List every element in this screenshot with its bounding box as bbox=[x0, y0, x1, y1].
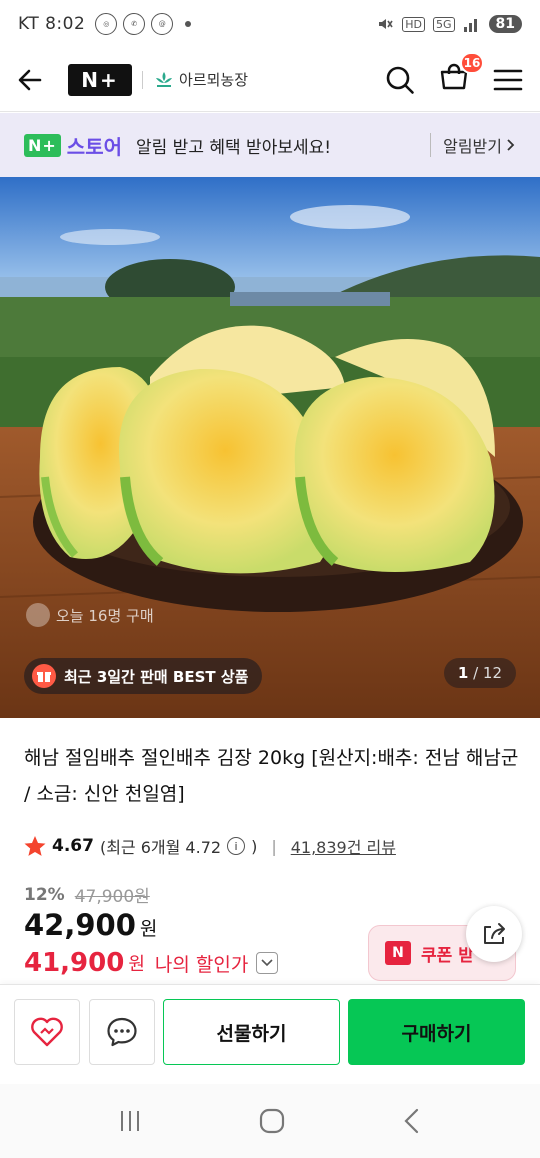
mute-icon bbox=[379, 19, 393, 29]
store-logo[interactable]: 아르뫼농장 bbox=[153, 69, 248, 90]
recent-apps-icon[interactable] bbox=[117, 1108, 143, 1134]
product-image-carousel[interactable]: 오늘 16명 구매 최근 3일간 판매 BEST 상품 1 / 12 bbox=[0, 177, 540, 718]
store-label: 스토어 bbox=[66, 134, 122, 159]
pager-total: / 12 bbox=[473, 664, 502, 682]
chevron-right-icon bbox=[507, 139, 515, 151]
rating-row: 4.67 (최근 6개월 4.72 i ) | 41,839건 리뷰 bbox=[24, 834, 396, 858]
gift-icon bbox=[32, 664, 56, 688]
product-image bbox=[0, 177, 540, 718]
cart-button[interactable]: 16 bbox=[438, 51, 484, 98]
call-icon: ✆ bbox=[123, 13, 146, 35]
bag-icon bbox=[26, 603, 50, 627]
sale-price: 42,900 원 bbox=[24, 908, 158, 942]
original-price: 47,900원 bbox=[74, 887, 150, 907]
naver-plus-badge: N+ bbox=[24, 133, 61, 157]
heart-icon bbox=[31, 1017, 63, 1047]
notification-app-icon: ◎ bbox=[95, 13, 118, 35]
arrow-left-icon bbox=[18, 69, 42, 90]
discount-row: 12% 47,900원 bbox=[24, 882, 150, 908]
product-title: 해남 절임배추 절인배추 김장 20kg [원산지:배추: 전남 해남군 / 소… bbox=[24, 747, 519, 805]
share-button[interactable] bbox=[466, 906, 522, 962]
chevron-down-icon[interactable] bbox=[256, 952, 279, 974]
carrier-time: KT 8:02 bbox=[18, 14, 86, 34]
home-icon[interactable] bbox=[258, 1107, 286, 1135]
subscribe-label: 알림받기 bbox=[443, 137, 502, 156]
gift-button[interactable]: 선물하기 bbox=[163, 999, 340, 1065]
hd-icon: HD bbox=[402, 16, 425, 32]
divider: | bbox=[271, 836, 277, 856]
info-icon[interactable]: i bbox=[227, 837, 246, 855]
rating-recent: (최근 6개월 4.72 bbox=[99, 838, 222, 857]
search-icon[interactable] bbox=[384, 64, 416, 96]
discount-rate: 12% bbox=[24, 884, 65, 905]
store-alert-banner[interactable]: N+ 스토어 알림 받고 혜택 받아보세요! 알림받기 bbox=[0, 113, 540, 177]
network-icon: 5G bbox=[432, 16, 455, 32]
my-price-label: 나의 할인가 bbox=[154, 953, 249, 976]
subscribe-alert-button[interactable]: 알림받기 bbox=[430, 133, 516, 157]
back-nav-icon[interactable] bbox=[401, 1107, 423, 1135]
best-product-badge: 최근 3일간 판매 BEST 상품 bbox=[24, 658, 263, 694]
purchase-action-bar: 선물하기 구매하기 bbox=[0, 984, 540, 1084]
banner-message: 알림 받고 혜택 받아보세요! bbox=[136, 137, 332, 158]
talk-talk-button[interactable] bbox=[89, 999, 155, 1065]
naver-n-icon: N bbox=[385, 941, 411, 965]
divider bbox=[142, 70, 143, 89]
menu-icon[interactable] bbox=[492, 64, 524, 96]
app-header: N+ 아르뫼농장 16 bbox=[0, 48, 540, 112]
farm-leaf-icon bbox=[156, 71, 172, 87]
system-nav-bar bbox=[0, 1084, 540, 1158]
back-button[interactable] bbox=[16, 60, 56, 100]
store-name: 아르뫼농장 bbox=[179, 71, 249, 89]
ai-icon: @ bbox=[151, 13, 174, 35]
signal-icon bbox=[463, 19, 477, 32]
rating-score: 4.67 bbox=[52, 836, 94, 856]
cart-count-badge: 16 bbox=[460, 51, 484, 74]
star-icon bbox=[24, 836, 46, 856]
today-purchase-chip: 오늘 16명 구매 bbox=[26, 603, 154, 627]
chat-bubble-icon bbox=[107, 1017, 137, 1047]
more-notifications-icon bbox=[185, 21, 192, 27]
share-icon bbox=[484, 923, 505, 944]
coupon-label: 쿠폰 받 bbox=[421, 945, 474, 966]
naver-plus-logo[interactable]: N+ bbox=[68, 63, 132, 96]
review-count-link[interactable]: 41,839건 리뷰 bbox=[291, 834, 396, 858]
image-pager: 1 / 12 bbox=[443, 658, 516, 688]
rating-close: ) bbox=[251, 836, 258, 856]
status-bar: KT 8:02 ◎ ✆ @ HD 5G 81 bbox=[0, 0, 540, 48]
battery-indicator: 81 bbox=[488, 15, 522, 33]
pager-current: 1 bbox=[457, 664, 469, 682]
my-discount-price[interactable]: 41,900 원 나의 할인가 bbox=[24, 948, 279, 978]
buy-button[interactable]: 구매하기 bbox=[348, 999, 525, 1065]
wishlist-button[interactable] bbox=[14, 999, 80, 1065]
